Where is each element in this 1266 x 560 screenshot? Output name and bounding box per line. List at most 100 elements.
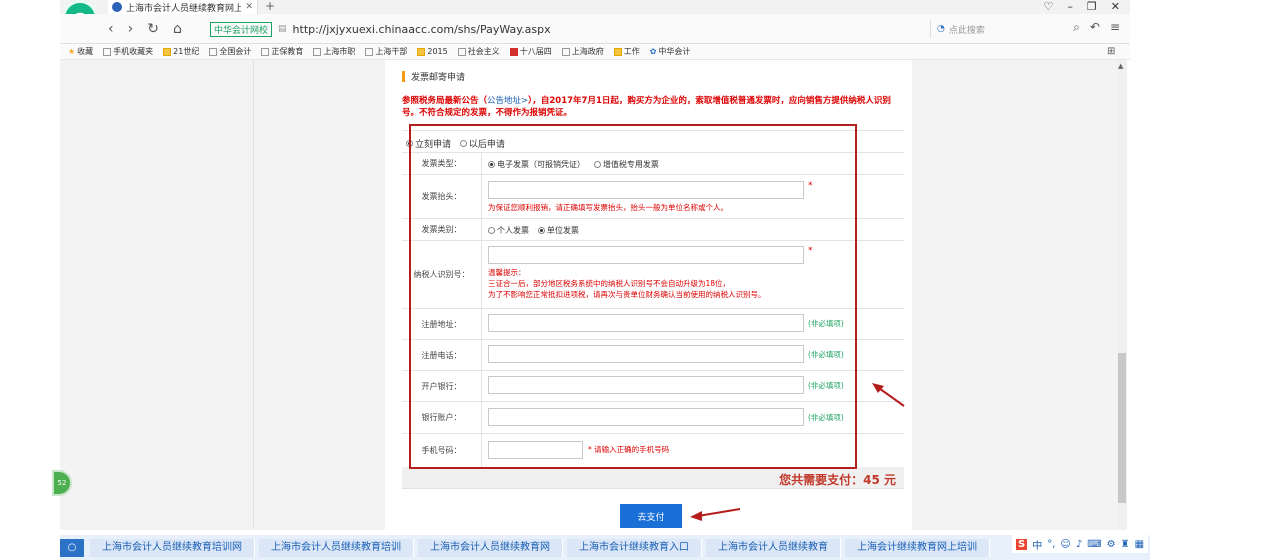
- search-box[interactable]: ◔ 点此搜索: [930, 20, 1070, 38]
- account-input[interactable]: [488, 408, 804, 426]
- vat-invoice-radio[interactable]: [593, 161, 601, 168]
- bookmark-item[interactable]: 工作: [613, 46, 640, 57]
- personal-invoice-radio[interactable]: [488, 227, 495, 234]
- minimize-icon[interactable]: –: [1067, 0, 1073, 14]
- page-icon: [509, 47, 518, 56]
- address-bar: ‹ › ↻ ⌂ 中华会计网校 ▤ http://jxjyxuexi.chinaa…: [60, 14, 1130, 44]
- emoji-icon[interactable]: ☺: [1060, 539, 1070, 550]
- bookmark-item[interactable]: 2015: [417, 47, 448, 56]
- forward-icon[interactable]: ›: [128, 20, 134, 38]
- window-controls: ♡ – ❐ ✕: [1044, 0, 1130, 14]
- shirt-icon[interactable]: ♜: [1121, 539, 1130, 550]
- section-title: 发票邮寄申请: [402, 70, 465, 83]
- search-logo-icon[interactable]: ○: [60, 538, 84, 557]
- scroll-up-icon[interactable]: ▲: [1118, 62, 1123, 70]
- bank-input[interactable]: [488, 376, 804, 394]
- url-text[interactable]: http://jxjyxuexi.chinaacc.com/shs/PayWay…: [293, 23, 551, 36]
- back-icon[interactable]: ‹: [108, 20, 114, 38]
- reg-address-input[interactable]: [488, 314, 804, 332]
- taxpayer-id-row: 纳税人识别号： * 温馨提示： 三证合一后，部分地区税务系统中的纳税人识别号不会…: [402, 241, 904, 309]
- folder-icon: [613, 47, 622, 56]
- folder-icon: [417, 47, 426, 56]
- content-panel: 发票邮寄申请 参照税务局最新公告（公告地址>），自2017年7月1日起，购买方为…: [385, 60, 912, 530]
- bookmark-item[interactable]: 上海政府: [561, 46, 604, 57]
- arrow-icon: [872, 383, 905, 407]
- ad-link[interactable]: 上海会计继续教育网上培训: [845, 538, 990, 557]
- bookmark-item[interactable]: 正保教育: [261, 46, 303, 57]
- title-bar-icon: [402, 71, 405, 82]
- close-icon[interactable]: ✕: [245, 2, 257, 12]
- search-icon[interactable]: ⌕: [1073, 20, 1080, 35]
- page-icon: [209, 47, 218, 56]
- arrow-icon: [690, 508, 741, 521]
- bookmark-item[interactable]: ★ 收藏: [68, 46, 93, 57]
- mobile-input[interactable]: [488, 441, 583, 459]
- left-divider: [253, 60, 254, 530]
- company-invoice-radio[interactable]: [537, 227, 545, 234]
- tab-active[interactable]: 上海市会计人员继续教育网上培训 ✕: [108, 0, 258, 14]
- total-bar: 您共需要支付：45 元: [402, 467, 904, 489]
- bookmark-item[interactable]: 手机收藏夹: [103, 46, 153, 57]
- sogou-icon[interactable]: S: [1016, 538, 1028, 550]
- reg-phone-row: 注册电话： (非必填项): [402, 340, 904, 371]
- invoice-title-input[interactable]: [488, 181, 804, 199]
- menu-icon[interactable]: ≡: [1110, 20, 1120, 35]
- invoice-form: 立刻申请 以后申请 发票类型： 电子发票（可报销凭证） 增值税专用发票 发票抬头…: [402, 130, 904, 467]
- ad-link[interactable]: 上海市会计继续教育入口: [567, 538, 702, 557]
- apply-row: 立刻申请 以后申请: [402, 131, 904, 153]
- page-icon: ▤: [278, 24, 287, 34]
- punct-icon[interactable]: °,: [1047, 539, 1055, 550]
- bookmark-item[interactable]: 社会主义: [457, 46, 500, 57]
- undo-icon[interactable]: ↶: [1090, 20, 1100, 35]
- search-input[interactable]: 点此搜索: [949, 23, 985, 36]
- scrollbar[interactable]: ▲: [1117, 60, 1127, 530]
- bookmark-item[interactable]: 上海市职: [313, 46, 355, 57]
- scrollbar-thumb[interactable]: [1118, 353, 1126, 503]
- folder-icon: [163, 47, 172, 56]
- apps-grid-icon[interactable]: ⊞: [1107, 46, 1115, 57]
- bookmarks-bar: ★ 收藏 手机收藏夹 21世纪 全国会计 正保教育 上海市职 上海干部 2015 …: [60, 44, 1130, 60]
- restore-icon[interactable]: ❐: [1087, 0, 1097, 14]
- bookmark-item[interactable]: 21世纪: [163, 46, 199, 57]
- electronic-invoice-radio[interactable]: [488, 161, 495, 168]
- star-icon: ★: [68, 47, 76, 56]
- ime-toolbar: S 中 °, ☺ ♪ ⌨ ⚙ ♜ ▦: [1012, 535, 1149, 553]
- apply-later-radio[interactable]: [459, 140, 467, 147]
- page-icon: [313, 47, 322, 56]
- tab-title: 上海市会计人员继续教育网上培训: [126, 3, 242, 14]
- url-box[interactable]: 中华会计网校 ▤ http://jxjyxuexi.chinaacc.com/s…: [210, 19, 980, 39]
- mic-icon[interactable]: ♪: [1076, 539, 1082, 550]
- apply-now-radio[interactable]: [406, 140, 413, 147]
- right-tools: ⌕ ↶ ≡: [1073, 20, 1120, 35]
- notice-link[interactable]: 公告地址>: [487, 96, 528, 106]
- search-engine-icon: ◔: [937, 24, 945, 34]
- refresh-icon[interactable]: ↻: [147, 20, 159, 38]
- pay-button[interactable]: 去支付: [620, 504, 682, 528]
- ad-link[interactable]: 上海市会计人员继续教育: [706, 538, 841, 557]
- skin-icon[interactable]: ♡: [1044, 0, 1054, 14]
- window-close-icon[interactable]: ✕: [1111, 0, 1120, 14]
- reg-phone-input[interactable]: [488, 345, 804, 363]
- nav-buttons: ‹ › ↻ ⌂: [108, 20, 182, 38]
- ime-zh[interactable]: 中: [1032, 537, 1042, 552]
- ad-link[interactable]: 上海市会计人员继续教育网: [418, 538, 563, 557]
- tools-icon[interactable]: ⚙: [1107, 539, 1116, 550]
- home-icon[interactable]: ⌂: [173, 20, 182, 38]
- bookmark-item[interactable]: 全国会计: [209, 46, 251, 57]
- new-tab-icon[interactable]: +: [265, 0, 275, 13]
- keyboard-icon[interactable]: ⌨: [1087, 539, 1101, 550]
- reg-address-row: 注册地址： (非必填项): [402, 309, 904, 340]
- ad-link[interactable]: 上海市会计人员继续教育培训: [259, 538, 414, 557]
- flower-icon: ✿: [649, 47, 657, 56]
- tab-bar: 上海市会计人员继续教育网上培训 ✕ + ♡ – ❐ ✕: [60, 0, 1130, 14]
- bookmark-item[interactable]: 十八届四: [509, 46, 552, 57]
- bank-row: 开户银行： (非必填项): [402, 371, 904, 402]
- bookmark-item[interactable]: ✿ 中华会计: [650, 46, 691, 57]
- mobile-row: 手机号码： * 请输入正确的手机号码: [402, 434, 904, 467]
- ad-link[interactable]: 上海市会计人员继续教育培训网: [90, 538, 255, 557]
- bookmark-item[interactable]: 上海干部: [365, 46, 407, 57]
- page-icon: [261, 47, 270, 56]
- grid-icon[interactable]: ▦: [1135, 539, 1144, 550]
- invoice-title-row: 发票抬头： * 为保证您顺利报销，请正确填写发票抬头，抬头一般为单位名称或个人。: [402, 175, 904, 219]
- taxpayer-id-input[interactable]: [488, 246, 804, 264]
